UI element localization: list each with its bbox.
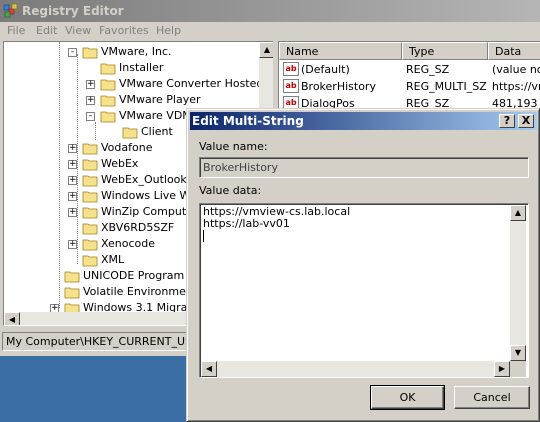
tree-item-label: VMware, Inc. — [101, 45, 172, 58]
registry-editor-icon — [3, 3, 18, 18]
tree-item-label: Volatile Environment — [83, 285, 198, 298]
tree-item-label: Vodafone — [101, 141, 153, 154]
value-type: REG_SZ — [406, 63, 450, 76]
dialog-title: Edit Multi-String — [192, 114, 304, 128]
menu-favorites[interactable]: Favorites — [99, 24, 149, 37]
dialog-titlebar[interactable]: Edit Multi-String ? X — [190, 112, 537, 130]
tree-item-label: XBV6RD5SZF — [101, 221, 175, 234]
tree-item-label: UNICODE Program Gr — [83, 269, 201, 282]
folder-icon — [82, 223, 98, 235]
tree-item-label: Installer — [119, 61, 164, 74]
expand-icon[interactable]: + — [68, 176, 77, 185]
tree-connector — [95, 122, 96, 140]
value-data-line: https://lab-vv01 — [203, 217, 290, 230]
menu-file[interactable]: File — [7, 24, 25, 37]
tree-item-label: VMware VDM — [119, 109, 192, 122]
list-row[interactable]: ab (Default) REG_SZ (value not — [279, 61, 540, 78]
column-header-type[interactable]: Type — [402, 42, 488, 60]
value-name-label: Value name: — [199, 140, 268, 153]
text-caret — [203, 230, 204, 242]
string-value-icon: ab — [283, 62, 299, 76]
tree-item-label: Windows Live Wri — [101, 189, 198, 202]
expand-icon[interactable]: + — [68, 144, 77, 153]
scrollbar-corner — [510, 361, 526, 377]
column-header-name[interactable]: Name — [279, 42, 402, 60]
expand-icon[interactable]: + — [68, 160, 77, 169]
folder-icon — [64, 287, 80, 299]
folder-icon — [100, 63, 116, 75]
folder-icon — [64, 271, 80, 283]
scroll-down-arrow-icon[interactable]: ▼ — [510, 345, 526, 361]
folder-icon — [100, 95, 116, 107]
value-data-label: Value data: — [199, 184, 262, 197]
tree-connector — [77, 54, 78, 264]
close-button[interactable]: X — [518, 114, 534, 128]
scroll-right-arrow-icon[interactable]: ▶ — [494, 361, 510, 377]
folder-icon — [82, 143, 98, 155]
ok-button[interactable]: OK — [370, 385, 445, 410]
collapse-icon[interactable]: - — [86, 112, 95, 121]
tree-item-label: WebEx_Outlook — [101, 173, 187, 186]
data-vertical-scrollbar[interactable]: ▲ ▼ — [510, 205, 526, 361]
menu-edit[interactable]: Edit — [36, 24, 57, 37]
folder-icon — [82, 255, 98, 267]
scroll-up-arrow-icon[interactable]: ▲ — [259, 42, 273, 58]
folder-icon — [82, 159, 98, 171]
value-data: https://vm — [492, 80, 540, 93]
help-button[interactable]: ? — [499, 114, 515, 128]
expand-icon[interactable]: + — [68, 240, 77, 249]
expand-icon[interactable]: + — [86, 96, 95, 105]
expand-icon[interactable]: + — [86, 80, 95, 89]
scroll-left-arrow-icon[interactable]: ◀ — [201, 361, 217, 377]
menu-help[interactable]: Help — [156, 24, 181, 37]
value-type: REG_MULTI_SZ — [406, 80, 487, 93]
column-header-data[interactable]: Data — [488, 42, 540, 60]
folder-icon — [82, 239, 98, 251]
tree-connector — [59, 42, 60, 308]
cancel-button[interactable]: Cancel — [454, 386, 530, 409]
folder-icon — [82, 175, 98, 187]
value-name-field[interactable]: BrokerHistory — [199, 157, 529, 178]
scroll-left-arrow-icon[interactable]: ◀ — [4, 312, 20, 325]
value-data: (value not — [492, 63, 540, 76]
menu-view[interactable]: View — [65, 24, 91, 37]
tree-item-label: XML — [101, 253, 125, 266]
folder-icon — [82, 207, 98, 219]
folder-icon — [122, 127, 138, 139]
string-value-icon: ab — [283, 79, 299, 93]
tree-item-label: Client — [141, 125, 173, 138]
expand-icon[interactable]: + — [68, 208, 77, 217]
folder-icon — [82, 191, 98, 203]
value-name: BrokerHistory — [301, 80, 376, 93]
edit-multi-string-dialog: Edit Multi-String ? X Value name: Broker… — [186, 108, 540, 422]
value-name: (Default) — [301, 63, 350, 76]
collapse-icon[interactable]: - — [68, 48, 77, 57]
tree-item-label: Xenocode — [101, 237, 156, 250]
tree-item-label: VMware Converter Hosted — [119, 77, 264, 90]
data-horizontal-scrollbar[interactable]: ◀ ▶ — [201, 361, 510, 377]
folder-open-icon — [100, 111, 116, 123]
registry-editor-titlebar[interactable]: Registry Editor — [0, 0, 540, 22]
folder-open-icon — [82, 47, 98, 59]
window-title: Registry Editor — [22, 4, 124, 18]
menu-bar: File Edit View Favorites Help — [0, 22, 540, 41]
value-data-textarea[interactable]: https://vmview-cs.lab.local https://lab-… — [199, 203, 529, 378]
list-row[interactable]: ab BrokerHistory REG_MULTI_SZ https://vm — [279, 78, 540, 95]
folder-icon — [100, 79, 116, 91]
tree-item-label: WebEx — [101, 157, 139, 170]
expand-icon[interactable]: + — [68, 192, 77, 201]
scroll-up-arrow-icon[interactable]: ▲ — [510, 205, 526, 221]
tree-item-label: VMware Player — [119, 93, 201, 106]
